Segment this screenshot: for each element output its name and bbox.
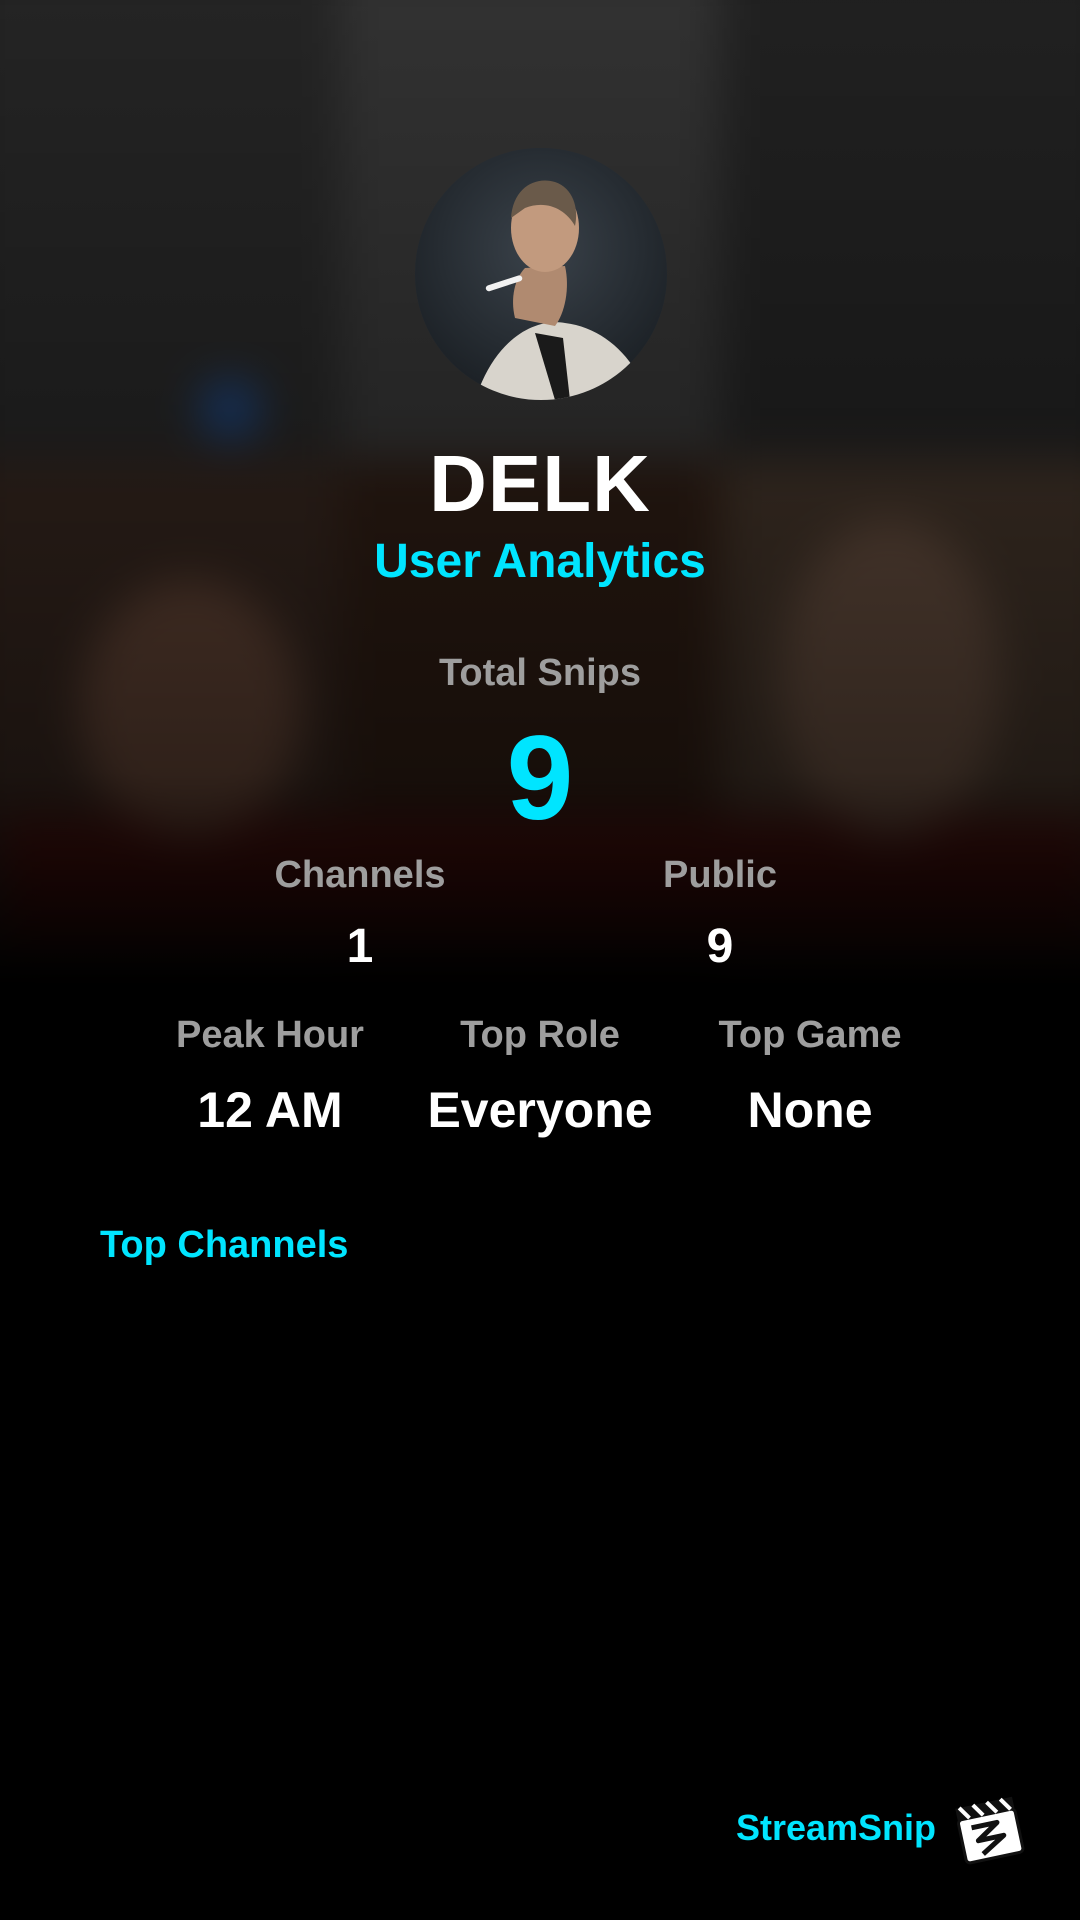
top-channels-heading: Top Channels bbox=[100, 1224, 349, 1266]
channels-label: Channels bbox=[274, 854, 446, 896]
brand-name: StreamSnip bbox=[735, 1807, 936, 1848]
avatar-photo bbox=[415, 148, 667, 400]
avatar bbox=[415, 148, 667, 400]
clapperboard-icon bbox=[955, 1796, 1025, 1865]
top-game-label: Top Game bbox=[718, 1014, 902, 1056]
channels-value: 1 bbox=[346, 920, 374, 973]
peak-hour-value: 12 AM bbox=[197, 1082, 343, 1138]
total-snips-value: 9 bbox=[506, 711, 574, 845]
public-value: 9 bbox=[706, 920, 734, 973]
top-game-value: None bbox=[747, 1082, 873, 1138]
top-role-value: Everyone bbox=[427, 1082, 653, 1138]
page-subtitle: User Analytics bbox=[374, 535, 706, 588]
stat-top-game: Top Game None bbox=[680, 1014, 940, 1139]
stat-peak-hour: Peak Hour 12 AM bbox=[140, 1014, 400, 1139]
stat-channels: Channels 1 bbox=[240, 854, 480, 974]
stat-top-role: Top Role Everyone bbox=[410, 1014, 670, 1139]
top-role-label: Top Role bbox=[460, 1014, 620, 1056]
username: DELK bbox=[429, 439, 651, 528]
public-label: Public bbox=[662, 854, 778, 896]
brand-footer: StreamSnip bbox=[736, 1790, 1028, 1866]
peak-hour-label: Peak Hour bbox=[176, 1014, 364, 1056]
stat-public: Public 9 bbox=[600, 854, 840, 974]
total-snips-label: Total Snips bbox=[439, 652, 641, 694]
